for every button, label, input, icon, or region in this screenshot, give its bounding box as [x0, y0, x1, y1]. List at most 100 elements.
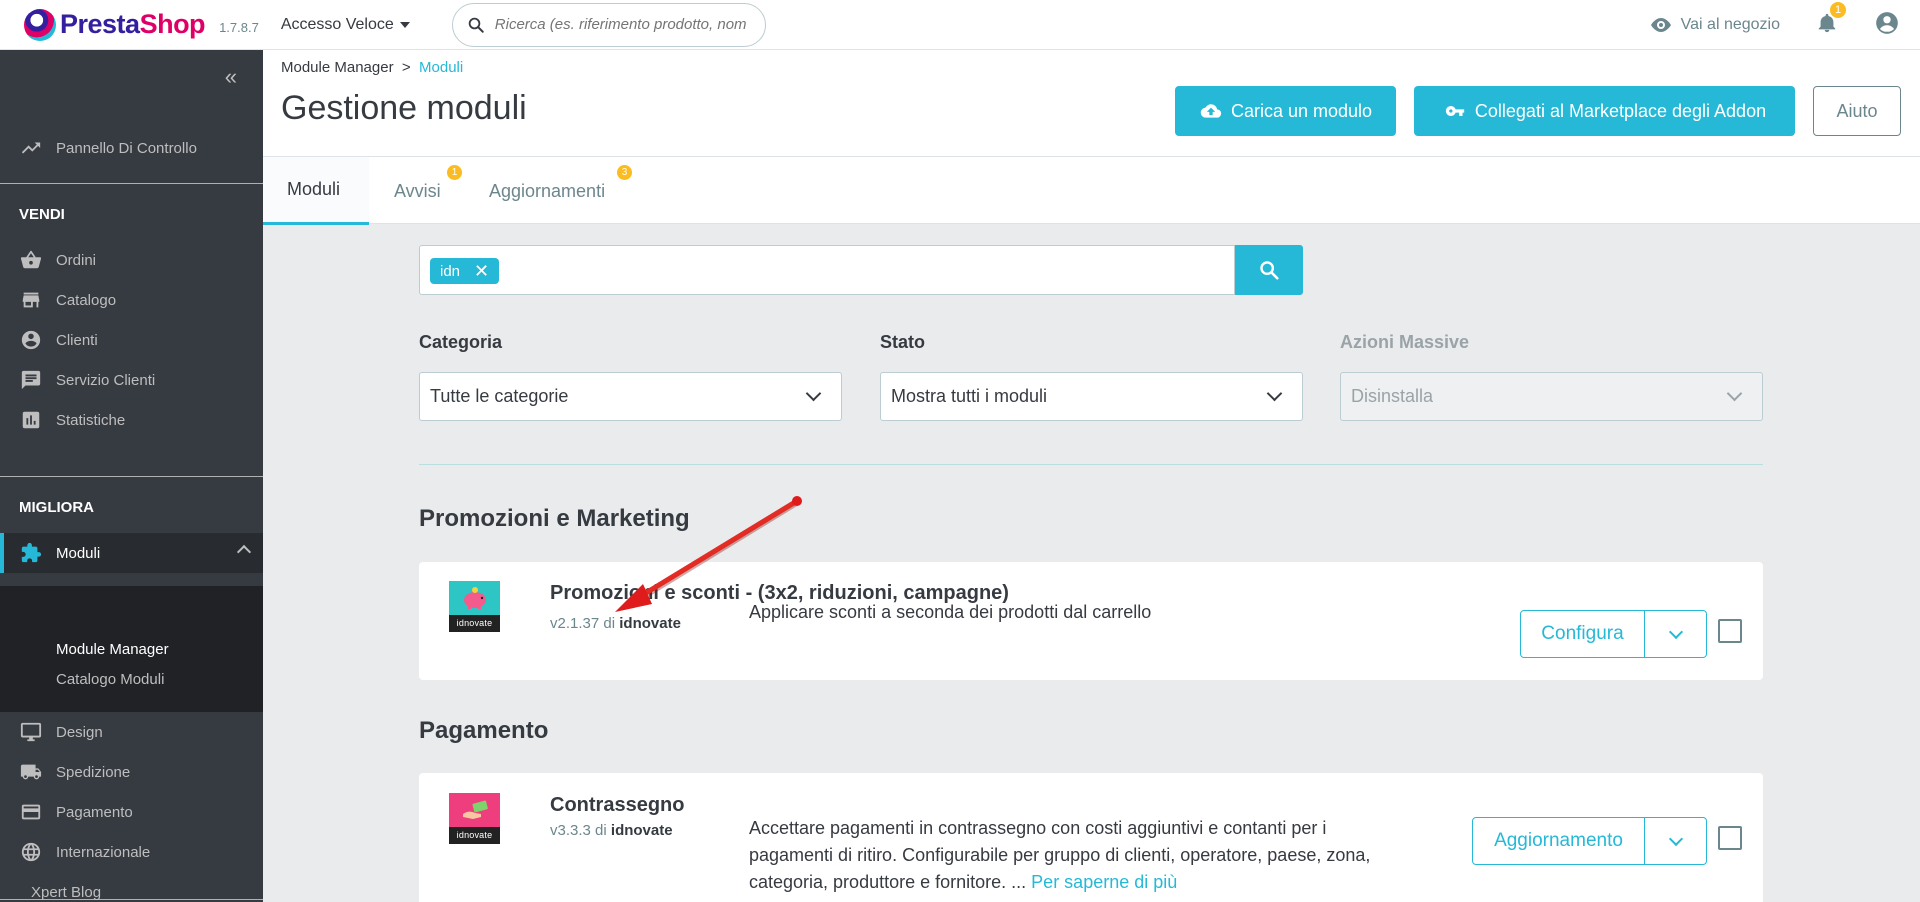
- search-bar: [451, 2, 766, 47]
- chevron-down-icon: [1266, 385, 1283, 402]
- top-header: PrestaShop 1.7.8.7 Accesso Veloce Vai al…: [0, 0, 1920, 50]
- section-title-improve: MIGLIORA: [19, 499, 94, 516]
- sidebar-item-label: Statistiche: [56, 411, 126, 429]
- collapse-sidebar-icon[interactable]: «: [225, 66, 237, 88]
- sidebar-item-label: Internazionale: [56, 843, 151, 861]
- description-line: Accettare pagamenti in contrassegno con …: [749, 818, 1327, 838]
- notifications-button[interactable]: 1: [1816, 1, 1846, 40]
- sidebar-item-xpert-blog[interactable]: Xpert Blog: [0, 872, 263, 902]
- bar-chart-icon: [22, 411, 40, 429]
- chevron-down-icon: [1726, 385, 1743, 402]
- status-filter-label: Stato: [880, 332, 925, 352]
- search-input[interactable]: [494, 16, 755, 33]
- description-line: categoria, produttore e fornitore. ... P…: [749, 869, 1370, 896]
- quick-access-dropdown[interactable]: Accesso Veloce: [281, 16, 410, 34]
- breadcrumb-current[interactable]: Moduli: [419, 59, 463, 76]
- sidebar-item-customers[interactable]: Clienti: [0, 320, 263, 360]
- sidebar-item-label: Spedizione: [56, 763, 131, 781]
- module-search-button[interactable]: [1235, 245, 1303, 295]
- bulk-actions-select: Disinstalla: [1340, 372, 1763, 421]
- module-author: idnovate: [610, 822, 673, 839]
- sidebar-item-stats[interactable]: Statistiche: [0, 400, 263, 440]
- module-description: Accettare pagamenti in contrassegno con …: [749, 815, 1370, 896]
- caret-down-icon: [399, 21, 410, 28]
- cloud-upload-icon: [1200, 104, 1222, 118]
- globe-icon: [21, 842, 41, 862]
- category-select-value: Tutte le categorie: [430, 386, 569, 406]
- eye-icon: [1650, 18, 1671, 32]
- modules-submenu: Module Manager Catalogo Moduli: [0, 586, 263, 712]
- status-select[interactable]: Mostra tutti i moduli: [880, 372, 1303, 421]
- submenu-item-module-manager[interactable]: Module Manager: [56, 641, 169, 658]
- tab-alerts[interactable]: Avvisi 1: [394, 157, 464, 225]
- module-logo[interactable]: idnovate: [449, 793, 500, 844]
- sidebar-item-orders[interactable]: Ordini: [0, 240, 263, 280]
- connect-marketplace-button[interactable]: Collegati al Marketplace degli Addon: [1414, 86, 1795, 136]
- sidebar-item-international[interactable]: Internazionale: [0, 832, 263, 872]
- module-author: idnovate: [619, 615, 681, 632]
- module-actions-dropdown[interactable]: [1645, 817, 1707, 865]
- category-select[interactable]: Tutte le categorie: [419, 372, 842, 421]
- tab-badge: 1: [447, 165, 462, 180]
- view-shop-label: Vai al negozio: [1680, 16, 1780, 33]
- module-version: v2.1.37 di idnovate: [550, 615, 681, 632]
- sidebar-item-modules[interactable]: Moduli: [0, 533, 263, 573]
- tab-label: Aggiornamenti: [489, 180, 606, 201]
- module-card: idnovate Promozioni e sconti - (3x2, rid…: [419, 562, 1763, 680]
- upload-module-button[interactable]: Carica un modulo: [1175, 86, 1396, 136]
- sidebar-item-label: Moduli: [56, 544, 101, 562]
- notification-badge: 1: [1830, 1, 1846, 18]
- tab-badge: 3: [617, 165, 632, 180]
- chevron-down-icon: [805, 385, 822, 402]
- brand-name-part2: Shop: [139, 9, 206, 39]
- module-select-checkbox[interactable]: [1718, 826, 1742, 850]
- sidebar-item-shipping[interactable]: Spedizione: [0, 752, 263, 792]
- sidebar-item-payment[interactable]: Pagamento: [0, 792, 263, 832]
- read-more-link[interactable]: Per saperne di più: [1031, 872, 1177, 892]
- desktop-icon: [20, 722, 42, 742]
- key-icon: [1445, 106, 1465, 116]
- sidebar-item-label: Servizio Clienti: [56, 371, 156, 389]
- employee-menu[interactable]: [1874, 10, 1900, 41]
- brand-name-part1: Presta: [60, 9, 140, 39]
- close-icon[interactable]: ✕: [474, 261, 489, 282]
- module-select-checkbox[interactable]: [1718, 619, 1742, 643]
- breadcrumb-parent[interactable]: Module Manager: [281, 59, 394, 76]
- submenu-item-module-catalog[interactable]: Catalogo Moduli: [56, 671, 164, 688]
- chevron-up-icon: [236, 544, 252, 560]
- module-logo-text: idnovate: [449, 615, 500, 632]
- configure-button[interactable]: Configura: [1520, 610, 1645, 658]
- help-button[interactable]: Aiuto: [1813, 86, 1901, 136]
- sidebar-item-dashboard[interactable]: Pannello Di Controllo: [0, 128, 263, 168]
- tab-updates[interactable]: Aggiornamenti 3: [489, 157, 639, 225]
- module-logo-text: idnovate: [449, 827, 500, 844]
- tab-bar: Moduli Avvisi 1 Aggiornamenti 3: [263, 156, 1920, 225]
- chat-icon: [21, 370, 41, 390]
- sidebar-item-label: Catalogo: [56, 291, 117, 309]
- module-action-group: Aggiornamento: [1472, 817, 1707, 865]
- section-title-sell: VENDI: [19, 206, 65, 223]
- sidebar-item-label: Pagamento: [56, 803, 133, 821]
- view-shop-link[interactable]: Vai al negozio: [1649, 13, 1780, 37]
- prestashop-logo[interactable]: PrestaShop: [24, 8, 206, 41]
- sidebar-item-catalog[interactable]: Catalogo: [0, 280, 263, 320]
- module-description: Applicare sconti a seconda dei prodotti …: [749, 602, 1152, 622]
- upgrade-button[interactable]: Aggiornamento: [1472, 817, 1645, 865]
- sidebar-item-customer-service[interactable]: Servizio Clienti: [0, 360, 263, 400]
- store-icon: [22, 292, 40, 308]
- cash-on-delivery-icon: [449, 793, 500, 827]
- account-circle-icon: [21, 330, 41, 350]
- module-actions-dropdown[interactable]: [1645, 610, 1707, 658]
- brand-name: PrestaShop: [60, 9, 206, 40]
- trending-up-icon: [21, 142, 41, 154]
- section-divider: [419, 464, 1763, 465]
- shopping-basket-icon: [20, 250, 42, 269]
- sidebar-item-design[interactable]: Design: [0, 712, 263, 752]
- connect-marketplace-label: Collegati al Marketplace degli Addon: [1474, 100, 1767, 121]
- module-name: Contrassegno: [550, 794, 685, 816]
- sidebar-item-label: Clienti: [56, 331, 98, 349]
- module-search-input[interactable]: idn ✕: [419, 245, 1235, 295]
- module-logo[interactable]: idnovate: [449, 581, 500, 632]
- page-title: Gestione moduli: [281, 89, 527, 127]
- tab-modules[interactable]: Moduli: [263, 157, 369, 225]
